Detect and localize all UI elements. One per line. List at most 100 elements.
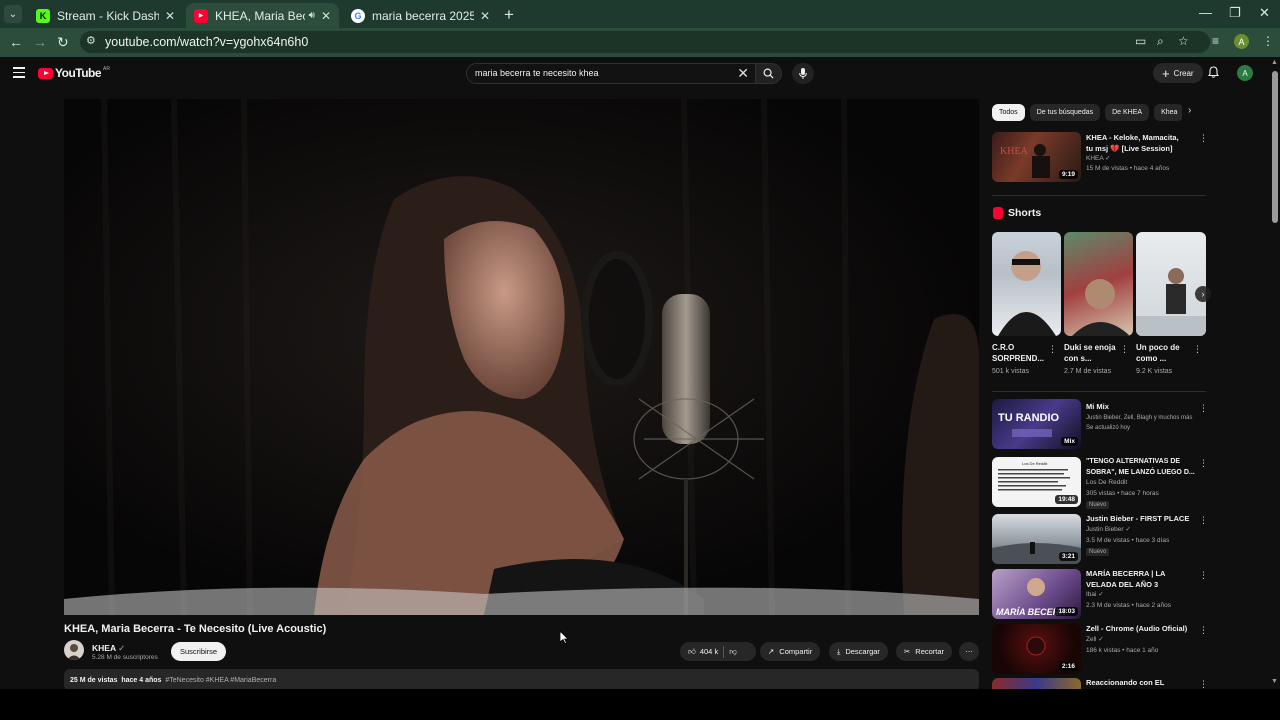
more-options-icon[interactable]: ⋮: [1199, 679, 1208, 689]
search-button[interactable]: [756, 63, 782, 84]
menu-icon[interactable]: [13, 67, 25, 81]
site-info-icon[interactable]: ⚙: [86, 34, 96, 47]
more-options-icon[interactable]: ⋮: [1199, 403, 1208, 414]
more-options-icon[interactable]: ⋮: [1199, 458, 1208, 469]
search-input[interactable]: maria becerra te necesito khea ✕: [466, 63, 756, 84]
close-tab-icon[interactable]: ✕: [321, 9, 331, 23]
related-thumbnail[interactable]: [992, 678, 1081, 689]
chevron-right-icon[interactable]: ›: [1188, 105, 1191, 116]
chip-de-khea[interactable]: De KHEA: [1105, 104, 1150, 121]
related-thumbnail[interactable]: Los De Reddit 19:48: [992, 457, 1081, 507]
more-options-icon[interactable]: ⋮: [1199, 515, 1208, 526]
close-tab-icon[interactable]: ✕: [480, 9, 490, 23]
related-title[interactable]: KHEA - Keloke, Mamacita, tu msj 💔 [Live …: [1086, 133, 1186, 154]
tab-google-search[interactable]: G maria becerra 2025 - Buscar co ✕: [343, 3, 498, 28]
share-button[interactable]: ↗ Compartir: [760, 642, 821, 661]
media-controls-icon[interactable]: ≡: [1212, 34, 1219, 48]
related-title[interactable]: Mi Mix: [1086, 402, 1196, 413]
related-title[interactable]: MARÍA BECERRA | LA VELADA DEL AÑO 3: [1086, 569, 1196, 590]
related-title[interactable]: "TENGO ALTERNATIVAS DE SOBRA", ME LANZÓ …: [1086, 457, 1196, 478]
scissors-icon: ✂: [904, 647, 911, 656]
related-thumbnail[interactable]: KHEA 9:19: [992, 132, 1081, 182]
tab-youtube-video[interactable]: ▶ KHEA, Maria Becerra - Te Ne 🔊︎ ✕: [186, 3, 339, 28]
chip-khea[interactable]: Khea: [1154, 104, 1182, 121]
youtube-play-icon: [38, 67, 53, 79]
chip-de-tus-busquedas[interactable]: De tus búsquedas: [1029, 104, 1101, 121]
hashtags[interactable]: #TeNecesito #KHEA #MariaBecerra: [165, 677, 276, 684]
short-thumbnail[interactable]: [1136, 232, 1206, 336]
chip-todos[interactable]: Todos: [992, 104, 1025, 121]
omnibox[interactable]: ⚙ youtube.com/watch?v=ygohx64n6h0: [80, 31, 1210, 53]
short-views: 9.2 K vistas: [1136, 368, 1173, 375]
url-text[interactable]: youtube.com/watch?v=ygohx64n6h0: [105, 35, 308, 49]
tab-search-button[interactable]: ⌄: [4, 5, 22, 23]
short-title[interactable]: Un poco de como ...: [1136, 342, 1191, 364]
short-thumbnail[interactable]: [992, 232, 1061, 336]
related-title[interactable]: Justin Bieber - FIRST PLACE: [1086, 514, 1196, 525]
mouse-cursor-icon: [560, 631, 569, 644]
more-options-icon[interactable]: ⋮: [1048, 344, 1057, 355]
clear-search-icon[interactable]: ✕: [737, 65, 749, 82]
dislike-button[interactable]: 👎︎: [729, 647, 737, 657]
more-actions-button[interactable]: ⋯: [959, 642, 979, 661]
scroll-down-icon[interactable]: ▼: [1271, 678, 1278, 685]
voice-search-button[interactable]: [792, 63, 814, 84]
forward-icon[interactable]: →: [33, 34, 47, 50]
back-icon[interactable]: ←: [9, 34, 23, 50]
new-tab-button[interactable]: +: [504, 5, 514, 25]
chrome-profile-avatar[interactable]: A: [1234, 34, 1249, 49]
minimize-icon[interactable]: —: [1199, 5, 1212, 20]
notifications-bell-icon[interactable]: [1207, 65, 1220, 83]
channel-avatar[interactable]: [64, 640, 84, 660]
more-options-icon[interactable]: ⋮: [1199, 133, 1208, 144]
tab-kick-dashboard[interactable]: K Stream - Kick Dashboard ✕: [28, 3, 183, 28]
more-options-icon[interactable]: ⋮: [1199, 625, 1208, 636]
related-title[interactable]: Reaccionando con EL: [1086, 678, 1196, 689]
description-box[interactable]: 25 M de vistas hace 4 años #TeNecesito #…: [64, 669, 979, 689]
close-tab-icon[interactable]: ✕: [165, 9, 175, 23]
more-options-icon[interactable]: ⋮: [1120, 344, 1129, 355]
close-window-icon[interactable]: ✕: [1259, 5, 1270, 21]
cast-icon[interactable]: ▭: [1135, 34, 1146, 48]
browser-tab-bar: ⌄ K Stream - Kick Dashboard ✕ ▶ KHEA, Ma…: [0, 0, 1280, 28]
related-title[interactable]: Zell - Chrome (Audio Oficial): [1086, 624, 1196, 635]
like-button[interactable]: 👍︎ 404 k: [688, 647, 718, 657]
related-thumbnail[interactable]: TU RANDIO Mix: [992, 399, 1081, 449]
subscribe-button[interactable]: Suscribirse: [171, 642, 227, 661]
reload-icon[interactable]: ↻: [57, 34, 69, 51]
video-player[interactable]: [64, 99, 979, 615]
related-thumbnail[interactable]: 2:16: [992, 624, 1081, 674]
speaker-icon[interactable]: 🔊︎: [309, 10, 315, 21]
related-channel[interactable]: Zell ✓: [1086, 635, 1104, 646]
related-meta: 3.5 M de vistas • hace 3 días: [1086, 537, 1170, 544]
related-thumbnail[interactable]: 3:21: [992, 514, 1081, 564]
short-title[interactable]: Duki se enoja con s...: [1064, 342, 1119, 364]
scroll-up-icon[interactable]: ▲: [1271, 59, 1278, 66]
short-thumbnail[interactable]: [1064, 232, 1133, 336]
short-title[interactable]: C.R.O SORPREND...: [992, 342, 1047, 364]
more-options-icon[interactable]: ⋮: [1199, 570, 1208, 581]
related-channel[interactable]: Justin Bieber ✓: [1086, 525, 1131, 536]
download-button[interactable]: ⤓ Descargar: [829, 642, 888, 661]
more-options-icon[interactable]: ⋮: [1193, 344, 1202, 355]
search-query[interactable]: maria becerra te necesito khea: [475, 68, 599, 78]
related-thumbnail[interactable]: MARÍA BECERR 18:03: [992, 569, 1081, 619]
shorts-next-button[interactable]: ›: [1195, 286, 1211, 302]
clip-button[interactable]: ✂ Recortar: [896, 642, 953, 661]
related-channel[interactable]: KHEA ✓: [1086, 154, 1111, 165]
bookmark-star-icon[interactable]: ☆: [1178, 34, 1189, 48]
scrollbar-thumb[interactable]: [1272, 71, 1278, 223]
page-scrollbar[interactable]: ▲ ▼: [1270, 57, 1280, 689]
chrome-menu-icon[interactable]: ⋮: [1262, 34, 1274, 48]
channel-name[interactable]: KHEA ✓: [92, 643, 125, 654]
video-duration: 3:21: [1058, 552, 1078, 561]
more-icon: ⋯: [965, 647, 973, 656]
related-channel[interactable]: Ibai ✓: [1086, 590, 1104, 601]
related-channel[interactable]: Los De Reddit: [1086, 478, 1127, 489]
related-channel[interactable]: Justin Bieber, Zell, Blagh y muchos más: [1086, 413, 1202, 424]
create-button[interactable]: + Crear: [1153, 63, 1203, 83]
zoom-icon[interactable]: ⌕: [1157, 34, 1164, 49]
youtube-logo[interactable]: YouTube AR: [38, 66, 110, 80]
restore-icon[interactable]: ❐: [1229, 5, 1241, 21]
youtube-account-avatar[interactable]: A: [1237, 65, 1253, 81]
